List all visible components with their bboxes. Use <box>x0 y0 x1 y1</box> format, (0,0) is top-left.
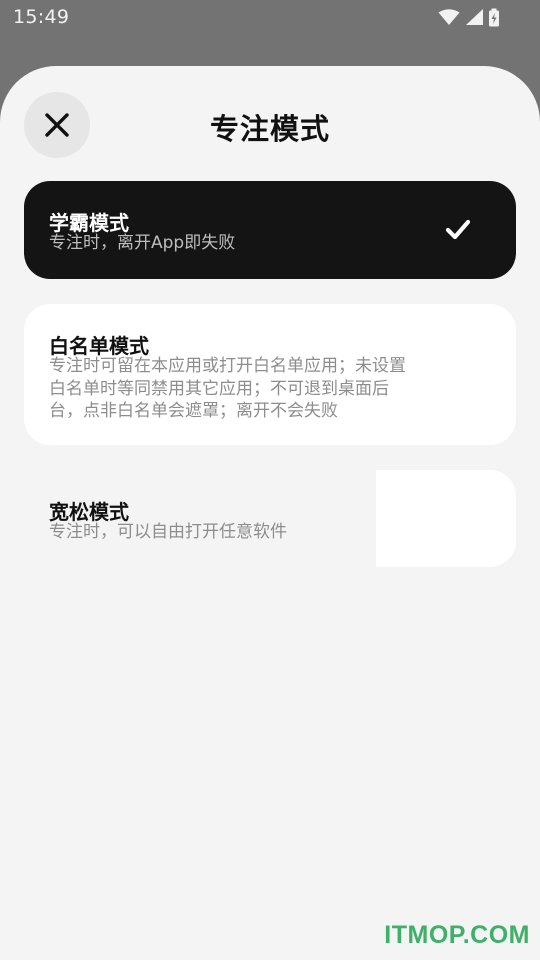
mode-description: 专注时，可以自由打开任意软件 <box>49 522 287 542</box>
check-icon <box>446 219 470 239</box>
status-icons <box>438 8 500 26</box>
description-line: 专注时可留在本应用或打开白名单应用；未设置 <box>49 356 406 376</box>
signal-icon <box>466 9 483 25</box>
mode-description: 专注时，离开App即失败 <box>49 233 236 253</box>
battery-charging-icon <box>489 8 499 26</box>
mode-option-relaxed[interactable]: 宽松模式 专注时，可以自由打开任意软件 <box>24 470 516 567</box>
focus-mode-sheet: 专注模式 学霸模式 专注时，离开App即失败 白名单模式 专注时可留在本应用或打… <box>0 66 540 960</box>
description-line: 台，点非白名单会遮罩；离开不会失败 <box>49 401 338 421</box>
description-line: 白名单时等同禁用其它应用；不可退到桌面后 <box>49 378 389 399</box>
mode-description: 专注时可留在本应用或打开白名单应用；未设置 白名单时等同禁用其它应用；不可退到桌… <box>49 355 449 423</box>
page-title: 专注模式 <box>209 112 330 146</box>
mode-option-whitelist[interactable]: 白名单模式 专注时可留在本应用或打开白名单应用；未设置 白名单时等同禁用其它应用… <box>24 304 516 445</box>
wifi-icon <box>438 8 460 25</box>
status-bar: 15:49 <box>0 0 540 34</box>
card-background <box>376 470 516 567</box>
mode-option-xueba[interactable]: 学霸模式 专注时，离开App即失败 <box>24 181 516 279</box>
status-time: 15:49 <box>13 6 70 28</box>
watermark: ITMOP.COM <box>384 921 530 949</box>
